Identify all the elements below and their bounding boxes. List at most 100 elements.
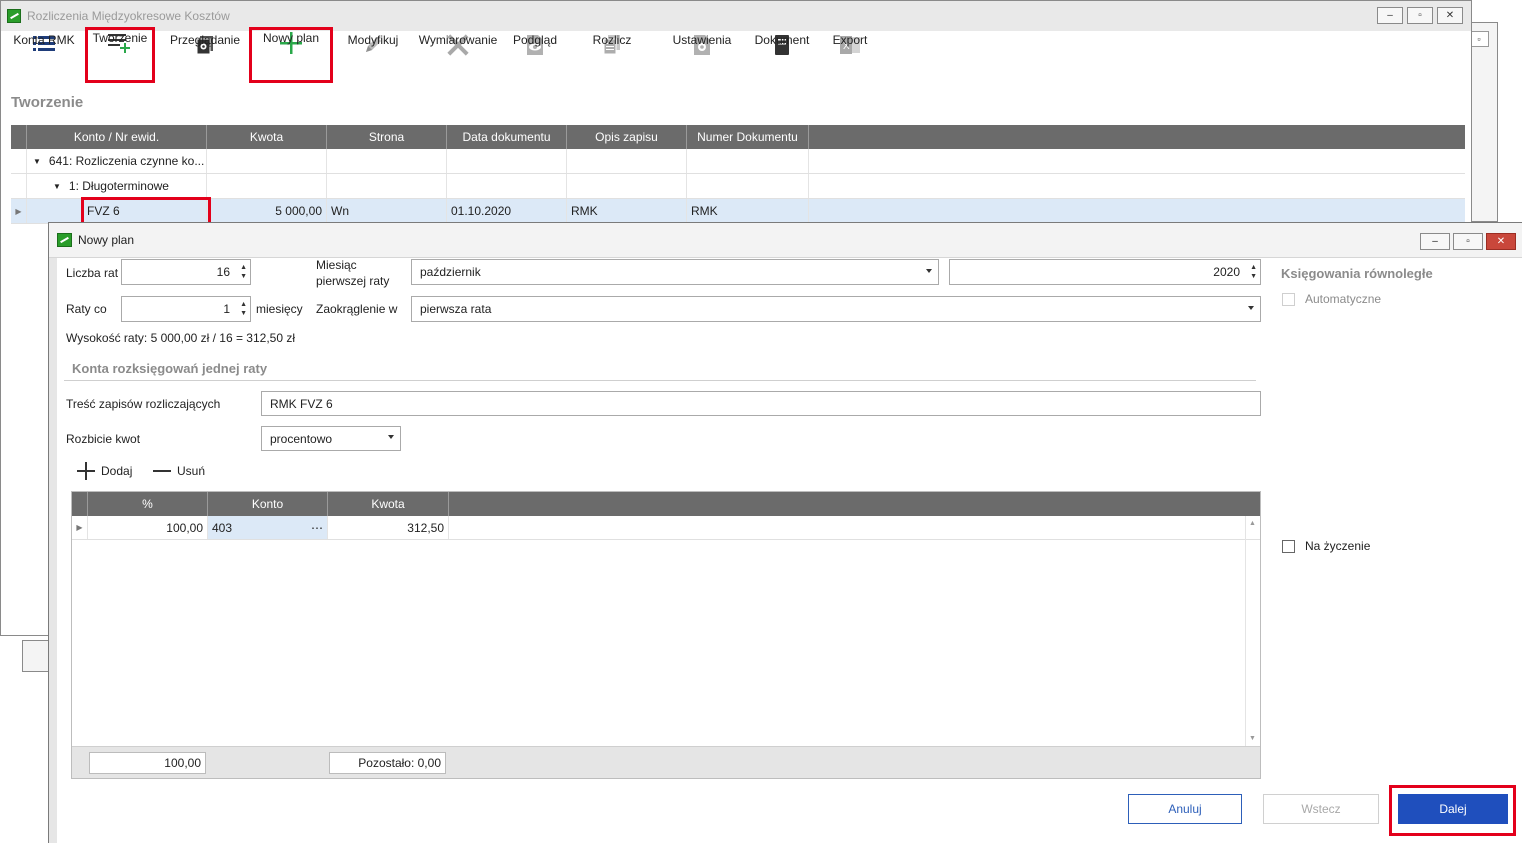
restore-icon[interactable]: ▫ (1469, 31, 1489, 47)
next-button[interactable]: Dalej (1398, 794, 1508, 824)
cancel-button[interactable]: Anuluj (1128, 794, 1242, 824)
konto-text: 1: Długoterminowe (68, 179, 169, 193)
cell-filler (809, 199, 1465, 223)
toolbar-konta-rmk[interactable]: Konta RMK (7, 27, 81, 83)
miesiac-label-2: pierwszej raty (316, 274, 390, 288)
miesiac-select[interactable]: październik (411, 259, 939, 285)
toolbar-label: Nowy plan (262, 31, 320, 45)
cell-kwota[interactable]: 312,50 (328, 516, 449, 539)
rozbicie-label: Rozbicie kwot (66, 432, 141, 446)
grid-header-filler (809, 125, 1465, 149)
col-kwota[interactable]: Kwota (328, 492, 449, 516)
app-icon (7, 9, 21, 23)
app-icon (57, 233, 72, 247)
spinner-icon[interactable]: ▲ ▼ (1250, 263, 1257, 281)
remove-button[interactable]: Usuń (152, 461, 205, 481)
toolbar-rozlicz[interactable]: Rozlicz (567, 27, 657, 83)
toolbar-modyfikuj[interactable]: Modyfikuj (333, 27, 413, 83)
toolbar-export[interactable]: X Export (817, 27, 883, 83)
close-button[interactable]: ✕ (1486, 233, 1516, 250)
back-button[interactable]: Wstecz (1263, 794, 1379, 824)
tresc-input[interactable]: RMK FVZ 6 (261, 391, 1261, 416)
cell-data (447, 174, 567, 198)
chevron-down-icon (388, 435, 394, 439)
toolbar-nowy-plan[interactable]: Nowy plan (249, 27, 333, 83)
liczba-rat-value: 16 (216, 265, 230, 279)
raty-co-input[interactable]: 1 ▲ ▼ (121, 296, 251, 322)
footer-remaining: Pozostało: 0,00 (329, 752, 446, 774)
cell-konto[interactable]: 403 ⋯ (208, 516, 328, 539)
maximize-button[interactable]: ▫ (1407, 7, 1433, 24)
col-strona[interactable]: Strona (327, 125, 447, 149)
table-row[interactable]: ▼ 641: Rozliczenia czynne ko... (11, 149, 1465, 174)
col-kwota[interactable]: Kwota (207, 125, 327, 149)
na-zyczenie-checkbox[interactable]: Na życzenie (1282, 539, 1370, 553)
vertical-scrollbar[interactable]: ▲ ▼ (1245, 516, 1260, 746)
cell-procent[interactable]: 100,00 (88, 516, 208, 539)
ellipsis-icon[interactable]: ⋯ (311, 521, 323, 535)
konta-heading: Konta rozksięgowań jednej raty (72, 361, 268, 376)
row-selector[interactable]: ▶ (11, 199, 27, 223)
col-data[interactable]: Data dokumentu (447, 125, 567, 149)
col-procent[interactable]: % (88, 492, 208, 516)
col-konto[interactable]: Konto / Nr ewid. (27, 125, 207, 149)
close-button[interactable]: ✕ (1437, 7, 1463, 24)
minimize-button[interactable]: ‒ (1377, 7, 1403, 24)
raty-co-value: 1 (223, 302, 230, 316)
zaokraglenie-value: pierwsza rata (420, 302, 492, 316)
table-row[interactable]: ▶ 100,00 403 ⋯ 312,50 (72, 516, 1260, 540)
ksiegowania-heading: Księgowania równoległe (1281, 266, 1433, 281)
scroll-down-icon[interactable]: ▼ (1249, 735, 1256, 742)
spinner-icon[interactable]: ▲ ▼ (240, 263, 247, 281)
toolbar-podglad[interactable]: Podgląd (503, 27, 567, 83)
rok-input[interactable]: 2020 ▲ ▼ (949, 259, 1261, 285)
cell-konto: ▼ 1: Długoterminowe (27, 174, 207, 198)
table-row[interactable]: ▼ 1: Długoterminowe (11, 174, 1465, 199)
minimize-button[interactable]: ‒ (1420, 233, 1450, 250)
table-row-selected[interactable]: ▶ FVZ 6 5 000,00 Wn 01.10.2020 RMK RMK (11, 199, 1465, 224)
rozbicie-value: procentowo (270, 431, 333, 446)
collapse-icon[interactable]: ▼ (53, 182, 61, 191)
collapse-icon[interactable]: ▼ (33, 157, 41, 166)
rmk-grid: Konto / Nr ewid. Kwota Strona Data dokum… (11, 125, 1465, 224)
add-button[interactable]: Dodaj (76, 461, 132, 481)
checkbox-box (1282, 539, 1295, 553)
grid-header: Konto / Nr ewid. Kwota Strona Data dokum… (11, 125, 1465, 149)
toolbar-label: Dokument (754, 33, 810, 47)
col-konto[interactable]: Konto (208, 492, 328, 516)
toolbar-label: Wymiarowanie (418, 33, 498, 47)
rok-value: 2020 (1213, 265, 1240, 279)
rozbicie-select[interactable]: procentowo (261, 426, 401, 451)
toolbar-label: Rozlicz (592, 33, 632, 47)
toolbar-label: Export (832, 33, 868, 47)
toolbar-label: Podgląd (512, 33, 558, 47)
scroll-up-icon[interactable]: ▲ (1249, 520, 1256, 527)
plus-icon (77, 462, 95, 480)
col-opis[interactable]: Opis zapisu (567, 125, 687, 149)
toolbar-label: Tworzenie (92, 31, 148, 45)
row-selector[interactable]: ▶ (72, 516, 88, 539)
maximize-button[interactable]: ▫ (1453, 233, 1483, 250)
footer-sum: 100,00 (89, 752, 206, 774)
cell-kwota (207, 149, 327, 173)
toolbar-ustawienia[interactable]: Ustawienia (657, 27, 747, 83)
konta-grid-header: % Konto Kwota (72, 492, 1260, 516)
toolbar-dokument[interactable]: Dokument (747, 27, 817, 83)
toolbar-tworzenie[interactable]: Tworzenie (85, 27, 155, 83)
wysokosc-raty-text: Wysokość raty: 5 000,00 zł / 16 = 312,50… (66, 331, 296, 345)
toolbar-przegladanie[interactable]: Przeglądanie (165, 27, 245, 83)
divider (64, 380, 1256, 381)
col-numer[interactable]: Numer Dokumentu (687, 125, 809, 149)
cell-opis: RMK (567, 199, 687, 223)
zaokraglenie-select[interactable]: pierwsza rata (411, 296, 1261, 322)
liczba-rat-input[interactable]: 16 ▲ ▼ (121, 259, 251, 285)
toolbar-wymiarowanie[interactable]: Wymiarowanie (413, 27, 503, 83)
miesiecy-label: miesięcy (256, 302, 303, 316)
automatyczne-checkbox[interactable]: Automatyczne (1282, 292, 1381, 306)
row-selector[interactable] (11, 149, 27, 173)
cell-filler (449, 516, 1260, 539)
toolbar-label: Konta RMK (13, 33, 75, 47)
na-zyczenie-label: Na życzenie (1305, 539, 1371, 553)
spinner-icon[interactable]: ▲ ▼ (240, 300, 247, 318)
row-selector[interactable] (11, 174, 27, 198)
